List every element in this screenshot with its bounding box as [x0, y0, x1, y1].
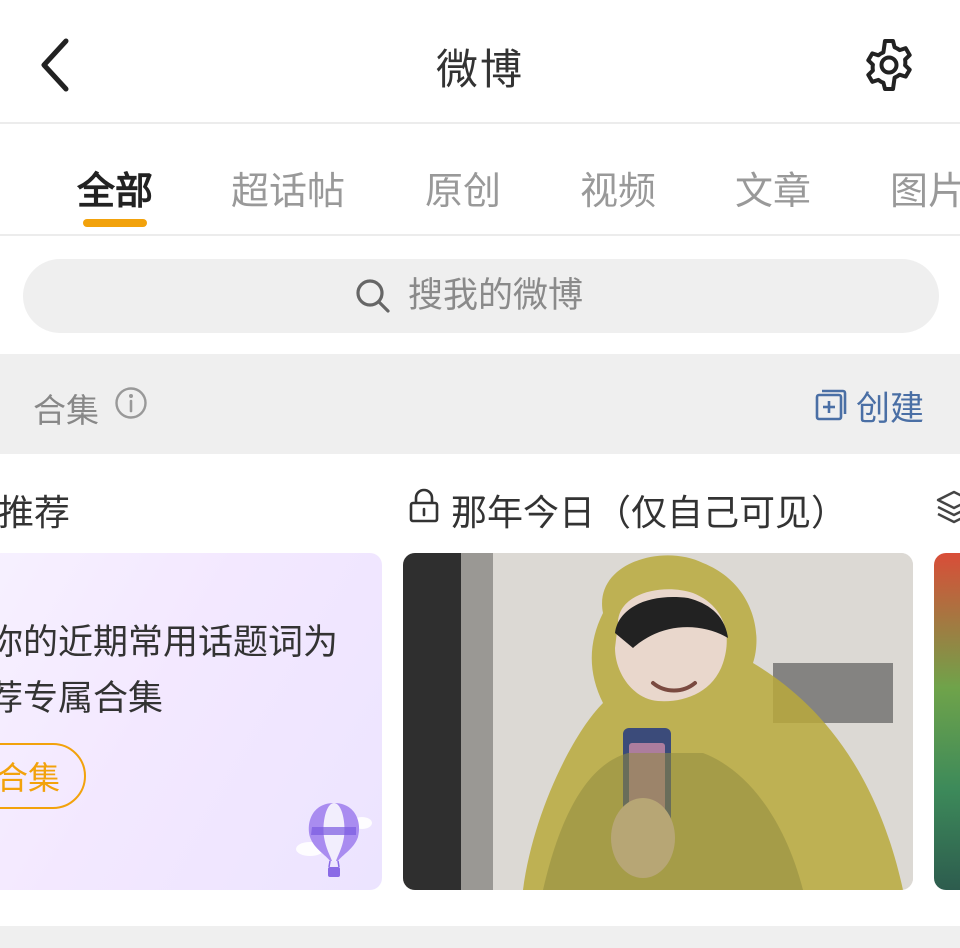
collection-card-partial[interactable]	[934, 553, 960, 890]
tab-original[interactable]: 原创	[425, 160, 501, 215]
tab-video[interactable]: 视频	[580, 160, 656, 215]
page-title: 微博	[435, 45, 524, 94]
memories-title: 那年今日（仅自己可见）	[451, 493, 848, 534]
search-input[interactable]	[408, 276, 608, 316]
tab-image[interactable]: 图片	[890, 160, 960, 215]
lock-icon	[409, 488, 439, 523]
tab-super-topic[interactable]: 超话帖	[231, 160, 345, 215]
weibo-my-posts-page: 微博 全部 超话帖 原创 视频 文章 图片 合集	[0, 0, 960, 948]
collection-button[interactable]: 合集	[0, 743, 86, 809]
recommend-title: 推荐	[0, 493, 71, 534]
tab-article[interactable]: 文章	[735, 160, 811, 215]
top-bar: 微博	[0, 0, 960, 124]
section-divider	[0, 926, 960, 948]
settings-button[interactable]	[856, 32, 922, 98]
gear-icon	[866, 39, 912, 91]
search-icon	[354, 277, 392, 315]
memory-photo	[403, 553, 913, 890]
info-icon[interactable]	[114, 386, 148, 420]
search-bar[interactable]	[23, 259, 939, 333]
create-label: 创建	[856, 388, 924, 429]
active-tab-indicator	[83, 219, 147, 227]
recommend-card[interactable]: 你的近期常用话题词为 荐专属合集 合集	[0, 553, 382, 890]
recommend-line-1: 你的近期常用话题词为	[0, 623, 339, 663]
filter-tabs: 全部 超话帖 原创 视频 文章 图片	[0, 126, 960, 236]
tab-all[interactable]: 全部	[77, 160, 153, 215]
recommend-line-2: 荐专属合集	[0, 679, 164, 719]
hot-air-balloon-icon	[296, 803, 372, 877]
memory-photo-card[interactable]	[403, 553, 913, 890]
collection-label: 合集	[33, 391, 99, 430]
create-collection-button[interactable]: 创建	[814, 382, 924, 429]
add-collection-icon	[814, 388, 848, 422]
layers-icon	[936, 490, 960, 524]
recommend-description: 你的近期常用话题词为 荐专属合集	[0, 615, 338, 727]
